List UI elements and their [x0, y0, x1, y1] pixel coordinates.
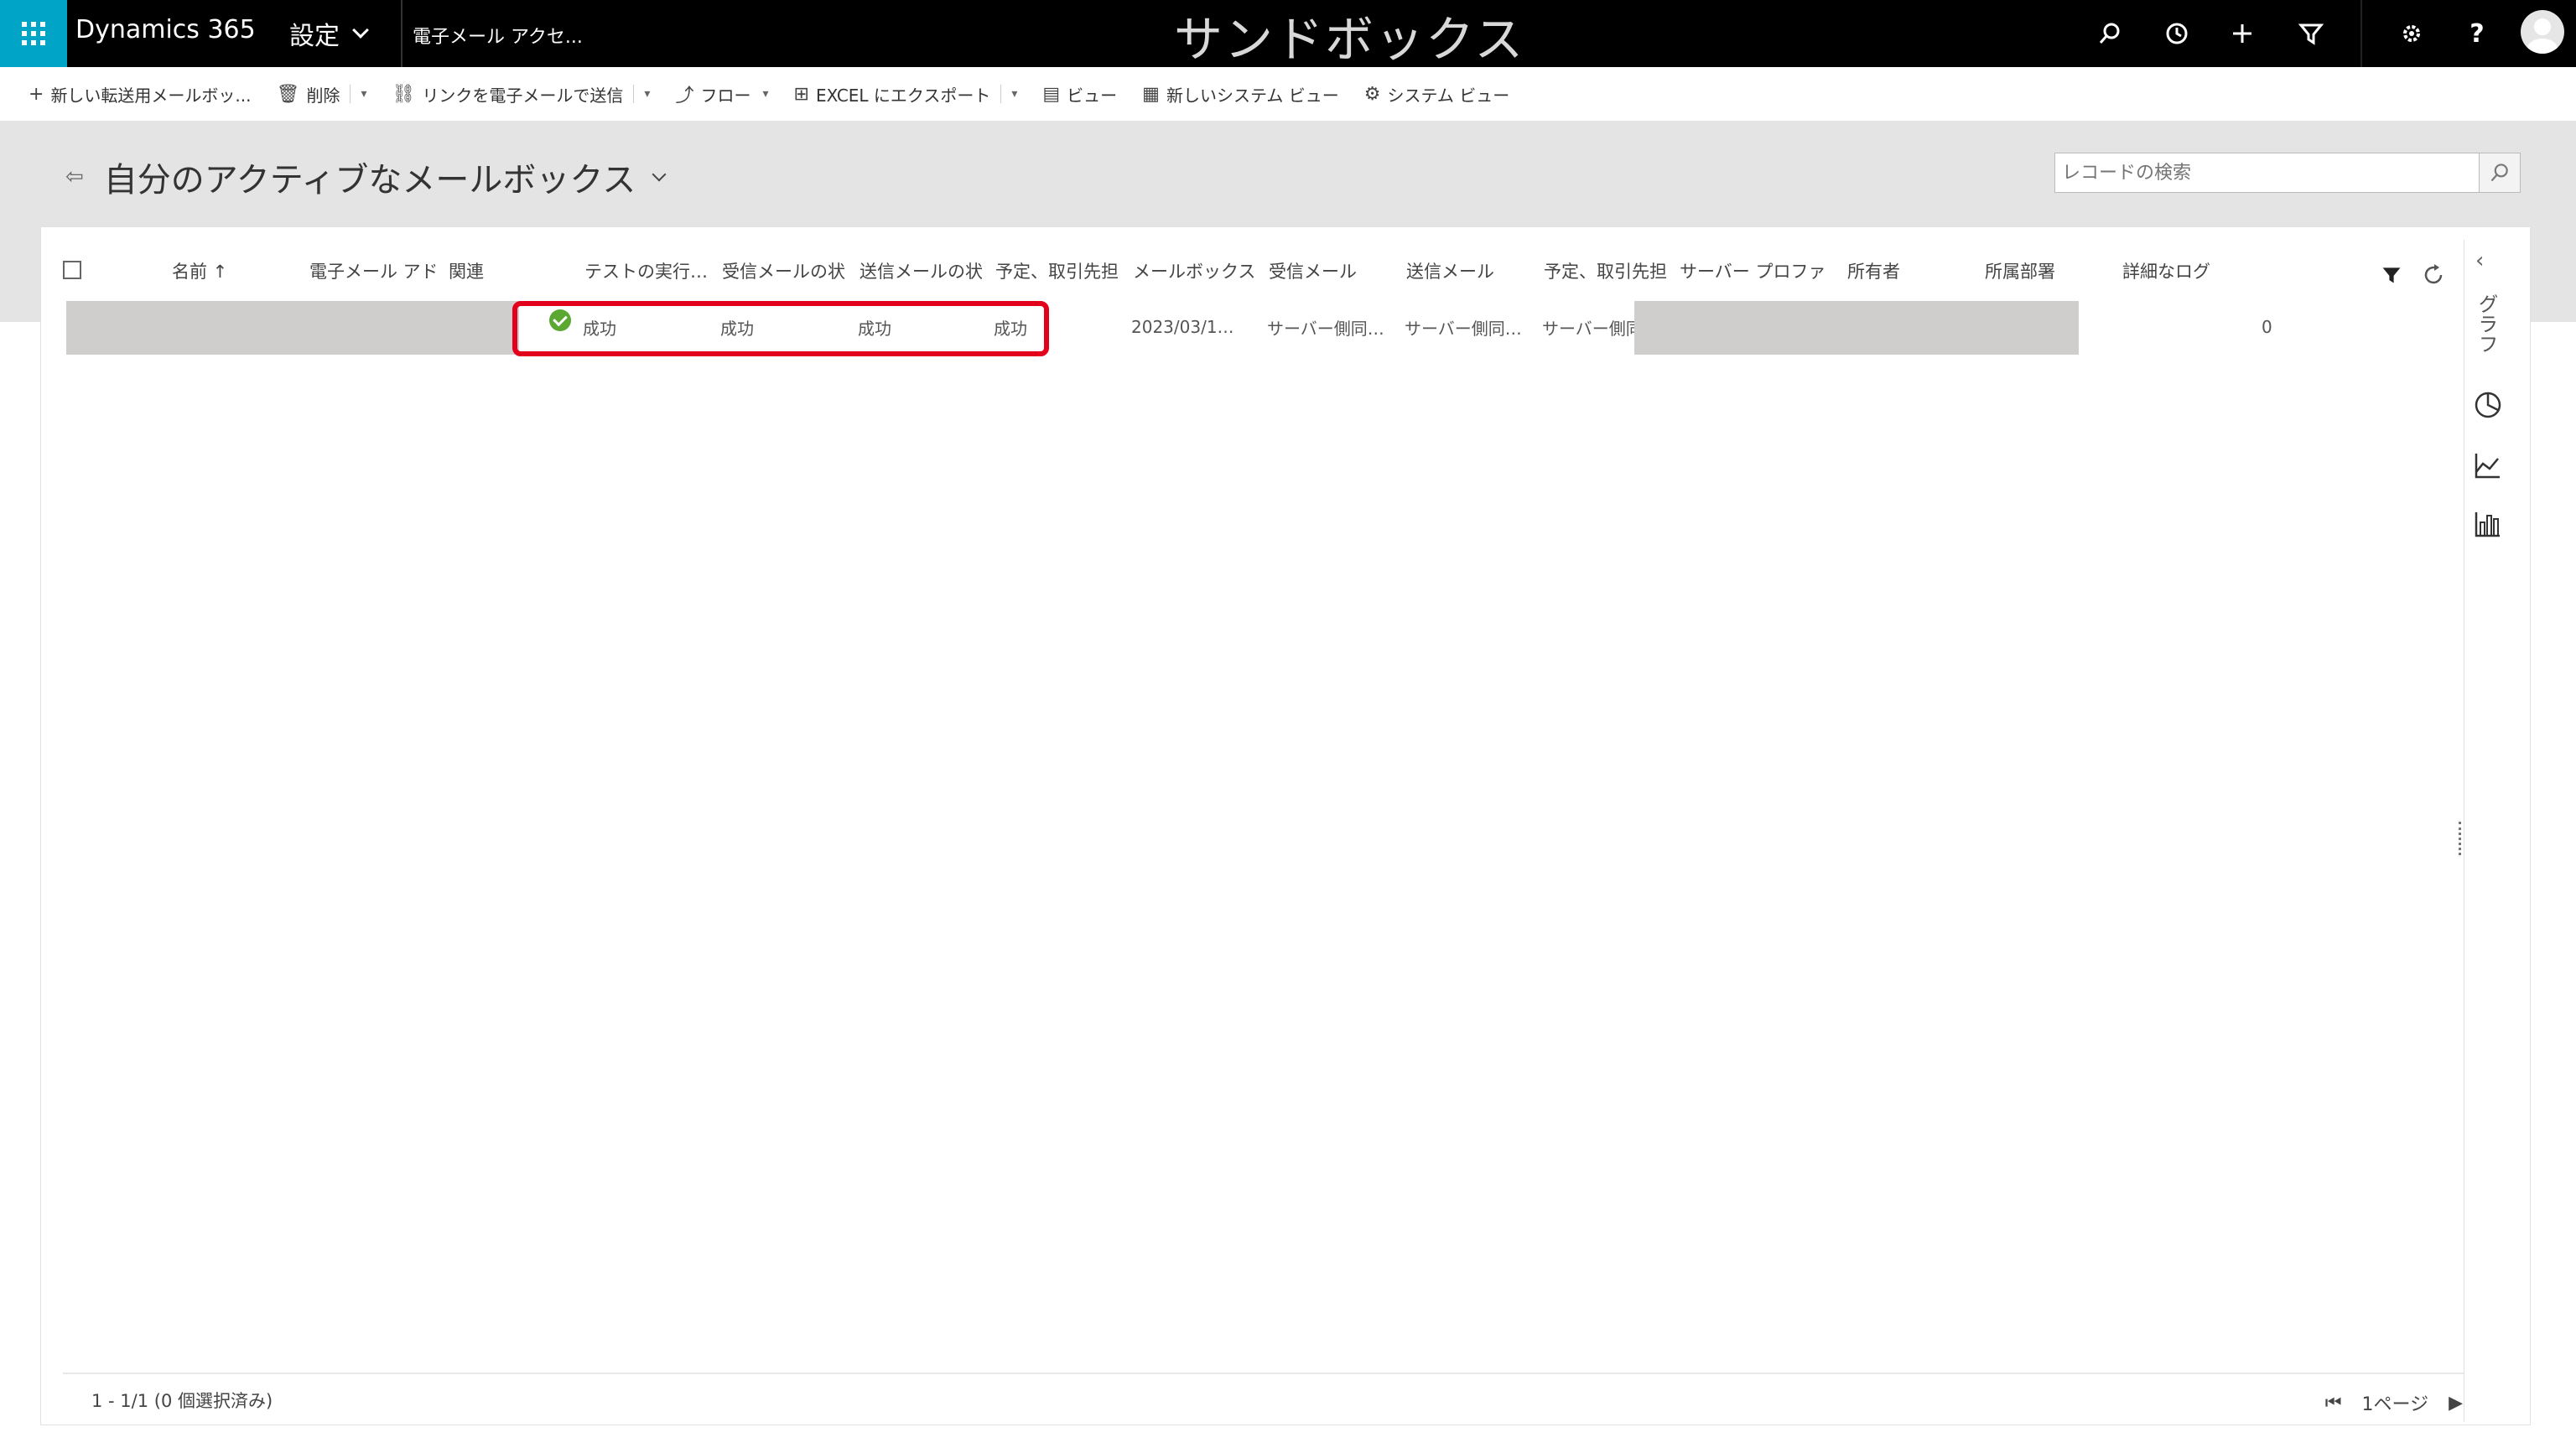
view-icon: ▤ — [1042, 83, 1061, 105]
column-header-outgoing-status[interactable]: 送信メールの状 — [860, 252, 989, 289]
cell-outgoing-mail: サーバー側同… — [1405, 318, 1522, 339]
area-label: 設定 — [289, 22, 340, 51]
column-header-test-run[interactable]: テストの実行… — [584, 252, 714, 289]
panel-resize-handle[interactable] — [2459, 822, 2462, 855]
plus-icon[interactable] — [2225, 17, 2259, 50]
excel-export-label: EXCEL にエクスポート — [815, 85, 991, 106]
search-input[interactable] — [2054, 153, 2482, 193]
breadcrumb[interactable]: 電子メール アクセ... — [413, 22, 583, 49]
view-button[interactable]: ▤ ビュー — [1042, 82, 1117, 106]
plus-icon: + — [29, 83, 44, 105]
area-chart-icon[interactable] — [2467, 444, 2509, 486]
view-label: ビュー — [1067, 85, 1118, 106]
pager: ⏮ 1ページ ▶ — [2325, 1389, 2463, 1416]
grid-tools — [2381, 262, 2446, 288]
app-launcher-button[interactable] — [0, 0, 67, 67]
column-header-outgoing-mail[interactable]: 送信メール — [1406, 252, 1536, 289]
page-title: 自分のアクティブなメールボックス — [103, 161, 636, 200]
first-page-icon[interactable]: ⏮ — [2325, 1393, 2342, 1414]
excel-export-dropdown[interactable]: ▾ — [1000, 85, 1017, 103]
column-header-mailbox[interactable]: メールボックス — [1133, 252, 1263, 289]
column-header-owner[interactable]: 所有者 — [1847, 252, 1973, 289]
excel-icon: ⊞ — [793, 83, 809, 105]
masked-cell-owner — [1634, 301, 2079, 355]
email-link-label: リンクを電子メールで送信 — [422, 85, 624, 106]
flow-icon: ⤴ — [675, 86, 694, 106]
grid-footer: 1 - 1/1 (0 個選択済み) ⏮ 1ページ ▶ — [63, 1373, 2496, 1426]
column-header-name[interactable]: 名前 ↑ — [172, 252, 298, 289]
delete-dropdown[interactable]: ▾ — [350, 85, 366, 103]
flow-button[interactable]: ⤴ フロー ▾ — [675, 80, 768, 107]
nav-divider — [401, 0, 402, 67]
table-row[interactable]: 成功 成功 成功 成功 2023/03/1… サーバー側同… サーバー側同… サ… — [66, 299, 2498, 355]
environment-title: サンドボックス — [1174, 11, 1525, 68]
cell-mailbox-date: 2023/03/1… — [1131, 317, 1234, 337]
search-icon — [2490, 163, 2508, 182]
new-mailbox-button[interactable]: + 新しい転送用メールボッ... — [29, 82, 252, 106]
gear-icon[interactable] — [2395, 17, 2428, 50]
flow-label: フロー — [700, 85, 751, 106]
next-page-icon[interactable]: ▶ — [2449, 1393, 2463, 1414]
chart-panel-label[interactable]: グラフ — [2472, 293, 2501, 354]
system-view-label: システム ビュー — [1387, 85, 1510, 106]
new-view-icon: ▦ — [1142, 83, 1160, 105]
record-count: 1 - 1/1 (0 個選択済み) — [91, 1391, 273, 1411]
refresh-icon[interactable] — [2421, 262, 2446, 288]
gear-icon: ⚙ — [1363, 83, 1381, 105]
grid-header: 名前 ↑ 電子メール アド 関連 テストの実行… 受信メールの状 送信メールの状… — [63, 252, 2496, 289]
column-header-server-profile[interactable]: サーバー プロファ — [1680, 252, 1835, 289]
link-icon: ⛓ — [392, 83, 416, 105]
chevron-down-icon — [652, 167, 667, 182]
column-header-appointments-status[interactable]: 予定、取引先担 — [995, 252, 1125, 289]
chevron-down-icon — [352, 22, 369, 39]
filter-icon[interactable] — [2381, 264, 2402, 286]
history-icon[interactable] — [2160, 17, 2194, 50]
column-header-business-unit[interactable]: 所属部署 — [1985, 252, 2111, 289]
trash-icon: 🗑 — [276, 83, 300, 105]
system-view-button[interactable]: ⚙ システム ビュー — [1364, 82, 1510, 106]
waffle-icon — [22, 22, 45, 45]
new-system-view-button[interactable]: ▦ 新しいシステム ビュー — [1142, 82, 1339, 106]
view-selector[interactable]: ⇦ 自分のアクティブなメールボックス — [65, 153, 667, 201]
area-selector[interactable]: 設定 — [289, 15, 369, 52]
help-icon[interactable]: ? — [2460, 17, 2494, 50]
filter-icon[interactable] — [2294, 17, 2328, 50]
collapse-chevron-icon[interactable]: ‹ — [2475, 248, 2484, 273]
excel-export-button[interactable]: ⊞ EXCEL にエクスポート — [794, 82, 991, 106]
column-header-incoming-status[interactable]: 受信メールの状 — [722, 252, 852, 289]
search-button[interactable] — [2479, 153, 2521, 193]
cell-incoming-mail: サーバー側同… — [1267, 318, 1384, 339]
column-header-incoming-mail[interactable]: 受信メール — [1269, 252, 1399, 289]
pie-chart-icon[interactable] — [2467, 384, 2509, 426]
user-avatar[interactable] — [2521, 10, 2564, 54]
email-link-dropdown[interactable]: ▾ — [633, 85, 650, 103]
search-icon[interactable] — [2093, 17, 2127, 50]
delete-button[interactable]: 🗑 削除 — [277, 82, 340, 106]
column-header-email-address[interactable]: 電子メール アド — [309, 252, 435, 289]
column-header-detailed-log[interactable]: 詳細なログ — [2122, 252, 2248, 289]
delete-label: 削除 — [306, 85, 340, 106]
top-divider — [2360, 0, 2362, 67]
highlight-box — [512, 301, 1049, 356]
email-link-button[interactable]: ⛓ リンクを電子メールで送信 — [392, 82, 623, 106]
command-bar: + 新しい転送用メールボッ... 🗑 削除 ▾ ⛓ リンクを電子メールで送信 ▾… — [0, 67, 2576, 121]
pin-icon[interactable]: ⇦ — [65, 164, 84, 189]
bar-chart-icon[interactable] — [2467, 503, 2509, 545]
cell-detailed-log: 0 — [2262, 317, 2272, 337]
new-mailbox-label: 新しい転送用メールボッ... — [50, 85, 252, 106]
top-navigation-bar: Dynamics 365 設定 電子メール アクセ... サンドボックス ? — [0, 0, 2576, 68]
column-header-related[interactable]: 関連 — [449, 252, 516, 289]
chevron-down-icon: ▾ — [762, 87, 769, 101]
page-indicator: 1ページ — [2361, 1394, 2429, 1415]
grid-panel: 名前 ↑ 電子メール アド 関連 テストの実行… 受信メールの状 送信メールの状… — [40, 226, 2531, 1425]
column-header-appointments-sync[interactable]: 予定、取引先担 — [1544, 252, 1674, 289]
brand-title[interactable]: Dynamics 365 — [75, 15, 256, 44]
new-system-view-label: 新しいシステム ビュー — [1166, 85, 1339, 106]
